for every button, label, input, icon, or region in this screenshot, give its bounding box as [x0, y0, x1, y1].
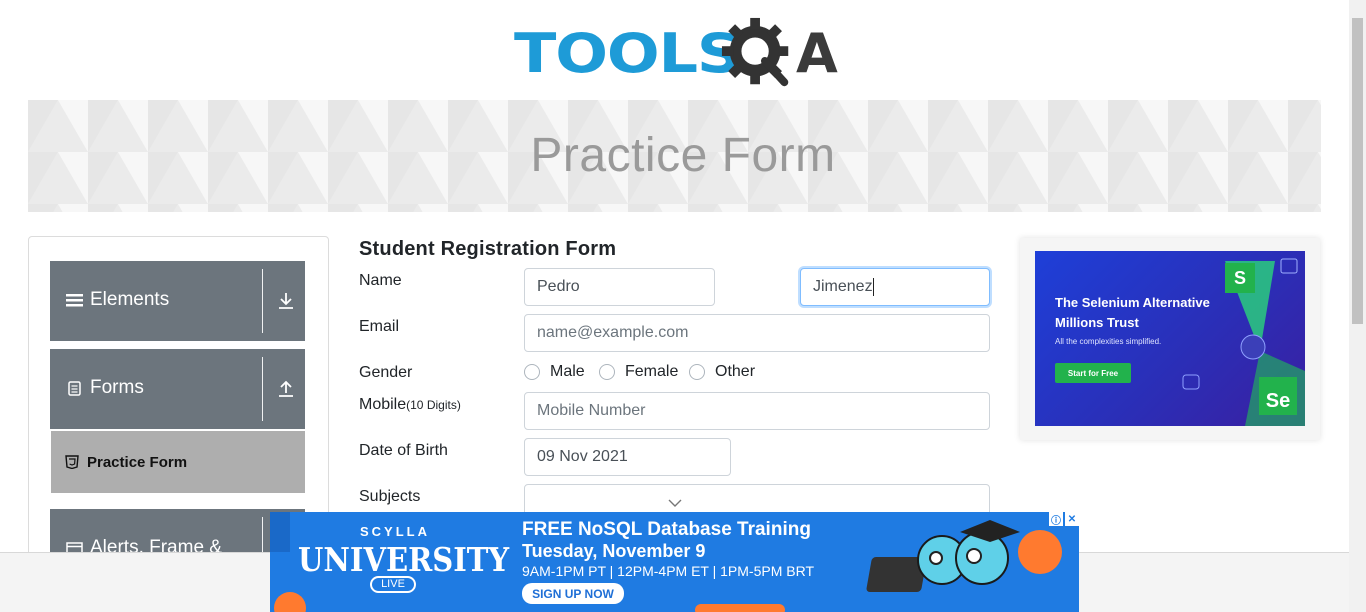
- radio-circle[interactable]: [689, 364, 705, 380]
- nav-group-elements[interactable]: Elements: [50, 261, 305, 341]
- page-title: Practice Form: [530, 129, 836, 182]
- scrollbar-thumb[interactable]: [1352, 18, 1363, 324]
- nav-group-forms[interactable]: Forms: [50, 349, 305, 429]
- mobile-hint: (10 Digits): [406, 398, 461, 412]
- upload-arrow-icon[interactable]: [276, 379, 296, 399]
- ad-times: 9AM-1PM PT | 12PM-4PM ET | 1PM-5PM BRT: [522, 563, 815, 579]
- ad-subtext: All the complexities simplified.: [1055, 337, 1162, 346]
- mobile-input[interactable]: Mobile Number: [524, 392, 990, 430]
- radio-label: Female: [625, 363, 679, 380]
- download-arrow-icon[interactable]: [276, 291, 296, 311]
- nav-group-label: Forms: [90, 377, 144, 398]
- radio-circle[interactable]: [599, 364, 615, 380]
- subjects-label: Subjects: [359, 488, 421, 505]
- gender-radio-male[interactable]: Male: [524, 363, 585, 381]
- ad-headline-2: Millions Trust: [1055, 315, 1139, 330]
- nav-group-label: Elements: [90, 289, 170, 310]
- first-name-input[interactable]: Pedro: [524, 268, 715, 306]
- dob-input[interactable]: 09 Nov 2021: [524, 438, 731, 476]
- nav-item-practice-form[interactable]: Practice Form: [51, 431, 305, 493]
- radio-label: Other: [715, 363, 756, 380]
- close-icon[interactable]: ✕: [1065, 512, 1079, 526]
- email-label: Email: [359, 318, 400, 335]
- gear-magnifier-icon: [721, 17, 789, 87]
- logo-text-tools: TOOLS: [514, 22, 742, 85]
- toolsqa-logo[interactable]: TOOLS A: [514, 14, 844, 92]
- ad-headline: The Selenium Alternative Millions Trust: [1055, 293, 1210, 333]
- logo-text-a: A: [796, 22, 838, 85]
- radio-label: Male: [550, 363, 585, 380]
- ad-brand-main: UNIVERSITY: [298, 540, 510, 579]
- ad-brand-top: SCYLLA: [360, 524, 430, 539]
- ad-signup-button[interactable]: SIGN UP NOW: [522, 583, 624, 604]
- side-ad[interactable]: S Se The Selenium Alternative Millions T…: [1035, 251, 1305, 426]
- ad-headline: FREE NoSQL Database Training: [522, 519, 811, 540]
- selenium-badge: Se: [1259, 377, 1297, 415]
- gender-label: Gender: [359, 364, 413, 381]
- name-label: Name: [359, 272, 402, 289]
- ad-brand-tag: LIVE: [370, 576, 416, 593]
- ad-controls: ⓘ ✕: [1049, 512, 1079, 527]
- form-title: Student Registration Form: [359, 238, 617, 260]
- ad-start-button[interactable]: Start for Free: [1055, 363, 1131, 383]
- last-name-input[interactable]: Jimenez: [800, 268, 990, 306]
- mobile-label-text: Mobile: [359, 396, 407, 413]
- last-name-value: Jimenez: [813, 278, 873, 295]
- bottom-ad-banner[interactable]: SCYLLA UNIVERSITY LIVE FREE NoSQL Databa…: [270, 512, 1079, 612]
- divider: [262, 269, 263, 333]
- s-badge: S: [1225, 263, 1255, 293]
- radio-circle[interactable]: [524, 364, 540, 380]
- gender-radio-other[interactable]: Other: [689, 363, 755, 381]
- ad-headline-1: The Selenium Alternative: [1055, 295, 1210, 310]
- email-input[interactable]: name@example.com: [524, 314, 990, 352]
- mobile-label: Mobile(10 Digits): [359, 396, 461, 414]
- info-icon[interactable]: ⓘ: [1049, 512, 1063, 527]
- nav-item-label: Practice Form: [87, 453, 188, 471]
- document-icon: [68, 381, 81, 396]
- dob-label: Date of Birth: [359, 442, 448, 459]
- divider: [262, 357, 263, 421]
- html5-icon: [65, 455, 79, 469]
- chevron-down-icon: [668, 499, 682, 507]
- side-ad-container: S Se The Selenium Alternative Millions T…: [1020, 238, 1320, 440]
- bars-icon: [66, 294, 83, 307]
- text-caret: [872, 278, 874, 296]
- gender-radio-female[interactable]: Female: [599, 363, 678, 381]
- ad-date: Tuesday, November 9: [522, 541, 706, 561]
- page-scrollbar[interactable]: [1349, 0, 1366, 612]
